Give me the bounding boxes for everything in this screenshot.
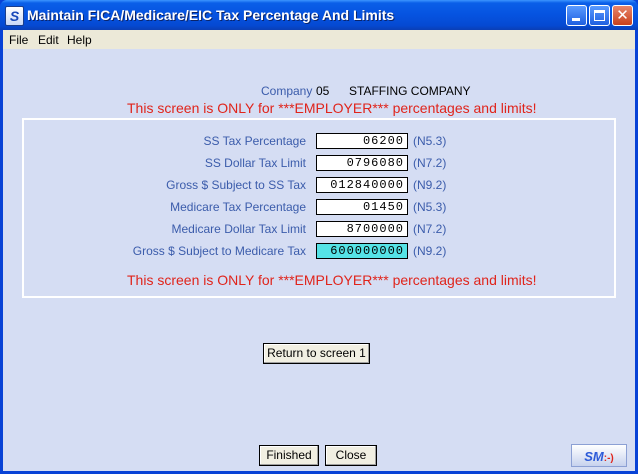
medicare-dollar-limit-format: (N7.2) — [413, 222, 447, 236]
minimize-icon — [572, 18, 580, 21]
logo-text: SM — [584, 449, 604, 464]
menu-bar: File Edit Help — [3, 30, 635, 49]
company-label: Company — [261, 84, 313, 98]
close-button[interactable]: Close — [325, 445, 377, 466]
warning-bottom: This screen is ONLY for ***EMPLOYER*** p… — [127, 272, 537, 288]
sm-logo: SM:-) — [571, 444, 627, 467]
warning-top: This screen is ONLY for ***EMPLOYER*** p… — [127, 100, 537, 116]
gross-medicare-label: Gross $ Subject to Medicare Tax — [132, 244, 306, 258]
medicare-percentage-input[interactable]: 01450 — [316, 199, 408, 215]
menu-file[interactable]: File — [9, 33, 28, 47]
app-window: S Maintain FICA/Medicare/EIC Tax Percent… — [0, 0, 638, 474]
finished-button[interactable]: Finished — [259, 445, 319, 466]
company-name: STAFFING COMPANY — [349, 84, 471, 98]
ss-dollar-limit-label: SS Dollar Tax Limit — [204, 156, 306, 170]
ss-tax-percentage-format: (N5.3) — [413, 134, 447, 148]
form-area: Company 05 STAFFING COMPANY This screen … — [3, 49, 635, 471]
ss-dollar-limit-input[interactable]: 0796080 — [316, 155, 408, 171]
maximize-button[interactable] — [589, 5, 610, 26]
gross-medicare-format: (N9.2) — [413, 244, 447, 258]
maximize-icon — [594, 10, 605, 21]
company-code: 05 — [316, 84, 330, 98]
close-icon: ✕ — [616, 7, 629, 24]
gross-ss-input[interactable]: 012840000 — [316, 177, 408, 193]
ss-tax-percentage-label: SS Tax Percentage — [203, 134, 306, 148]
ss-tax-percentage-input[interactable]: 06200 — [316, 133, 408, 149]
app-icon[interactable]: S — [5, 6, 24, 26]
ss-dollar-limit-format: (N7.2) — [413, 156, 447, 170]
menu-edit[interactable]: Edit — [38, 33, 59, 47]
minimize-button[interactable] — [566, 5, 587, 26]
window-title: Maintain FICA/Medicare/EIC Tax Percentag… — [27, 7, 395, 23]
medicare-percentage-label: Medicare Tax Percentage — [170, 200, 306, 214]
gross-medicare-input[interactable]: 600000000 — [316, 243, 408, 259]
close-window-button[interactable]: ✕ — [612, 5, 633, 26]
gross-ss-format: (N9.2) — [413, 178, 447, 192]
menu-help[interactable]: Help — [67, 33, 92, 47]
smiley-icon: :-) — [603, 453, 614, 464]
gross-ss-label: Gross $ Subject to SS Tax — [166, 178, 306, 192]
medicare-percentage-format: (N5.3) — [413, 200, 447, 214]
medicare-dollar-limit-label: Medicare Dollar Tax Limit — [171, 222, 307, 236]
medicare-dollar-limit-input[interactable]: 8700000 — [316, 221, 408, 237]
return-to-screen-1-button[interactable]: Return to screen 1 — [263, 343, 370, 364]
title-bar[interactable]: S Maintain FICA/Medicare/EIC Tax Percent… — [0, 0, 638, 30]
